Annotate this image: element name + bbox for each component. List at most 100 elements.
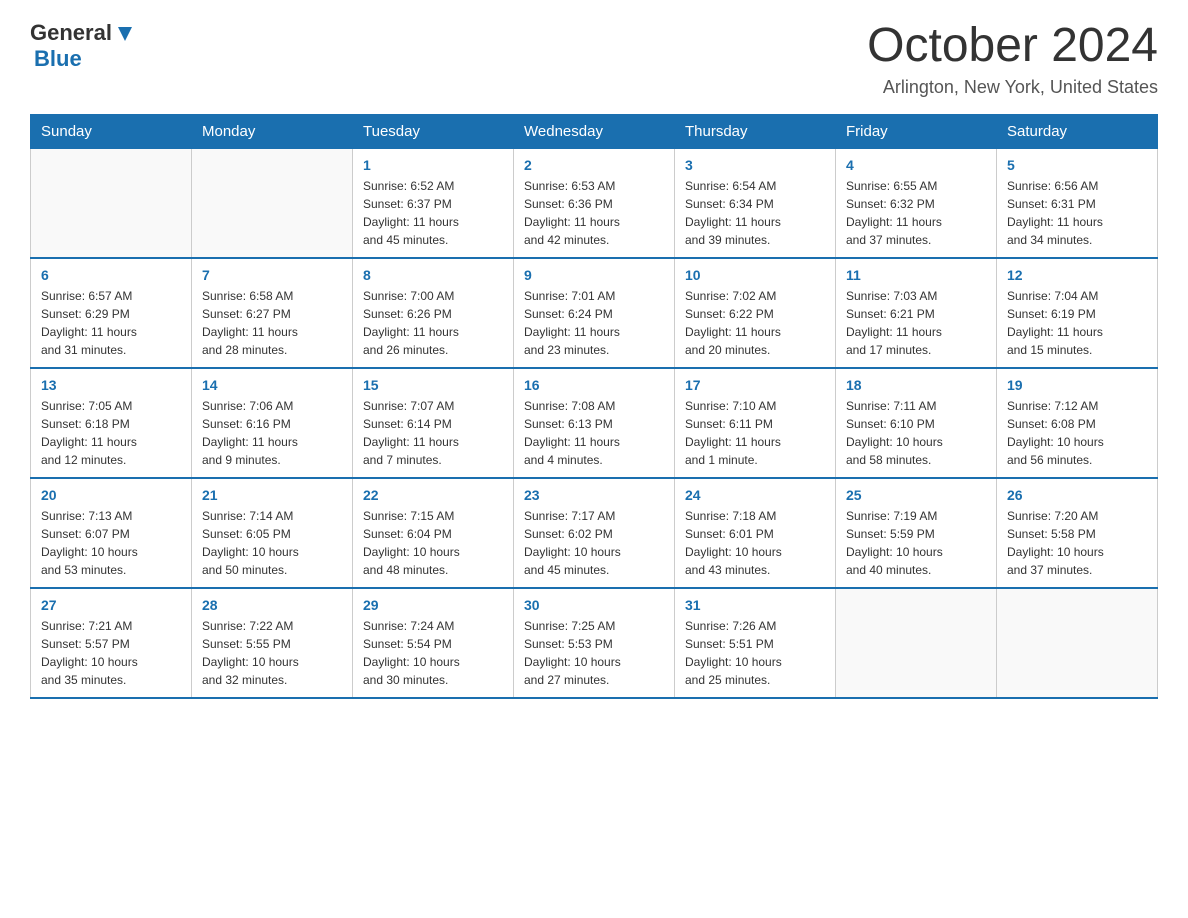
day-number: 14 bbox=[202, 377, 342, 393]
calendar-cell: 31 Sunrise: 7:26 AM Sunset: 5:51 PM Dayli… bbox=[675, 588, 836, 698]
day-info: Sunrise: 7:12 AM Sunset: 6:08 PM Dayligh… bbox=[1007, 397, 1147, 469]
logo: General Blue bbox=[30, 20, 136, 72]
day-info: Sunrise: 7:25 AM Sunset: 5:53 PM Dayligh… bbox=[524, 617, 664, 689]
page-header: General Blue October 2024 Arlington, New… bbox=[30, 20, 1158, 98]
day-info: Sunrise: 7:15 AM Sunset: 6:04 PM Dayligh… bbox=[363, 507, 503, 579]
calendar-cell: 23 Sunrise: 7:17 AM Sunset: 6:02 PM Dayli… bbox=[514, 478, 675, 588]
calendar-cell: 15Sunrise: 7:07 AM Sunset: 6:14 PM Dayli… bbox=[353, 368, 514, 478]
day-info: Sunrise: 6:56 AM Sunset: 6:31 PM Dayligh… bbox=[1007, 177, 1147, 249]
day-info: Sunrise: 7:18 AM Sunset: 6:01 PM Dayligh… bbox=[685, 507, 825, 579]
day-info: Sunrise: 7:17 AM Sunset: 6:02 PM Dayligh… bbox=[524, 507, 664, 579]
month-title: October 2024 bbox=[867, 20, 1158, 73]
day-number: 21 bbox=[202, 487, 342, 503]
day-number: 10 bbox=[685, 267, 825, 283]
day-info: Sunrise: 6:55 AM Sunset: 6:32 PM Dayligh… bbox=[846, 177, 986, 249]
calendar-cell: 4 Sunrise: 6:55 AM Sunset: 6:32 PM Daylig… bbox=[836, 148, 997, 258]
week-row-5: 27 Sunrise: 7:21 AM Sunset: 5:57 PM Dayli… bbox=[31, 588, 1158, 698]
calendar-cell: 5 Sunrise: 6:56 AM Sunset: 6:31 PM Daylig… bbox=[997, 148, 1158, 258]
day-number: 7 bbox=[202, 267, 342, 283]
calendar-cell bbox=[31, 148, 192, 258]
day-number: 31 bbox=[685, 597, 825, 613]
day-info: Sunrise: 7:05 AM Sunset: 6:18 PM Dayligh… bbox=[41, 397, 181, 469]
day-info: Sunrise: 7:02 AM Sunset: 6:22 PM Dayligh… bbox=[685, 287, 825, 359]
header-day-monday: Monday bbox=[192, 114, 353, 148]
day-info: Sunrise: 6:52 AM Sunset: 6:37 PM Dayligh… bbox=[363, 177, 503, 249]
day-info: Sunrise: 7:04 AM Sunset: 6:19 PM Dayligh… bbox=[1007, 287, 1147, 359]
calendar-cell: 28 Sunrise: 7:22 AM Sunset: 5:55 PM Dayli… bbox=[192, 588, 353, 698]
calendar-cell: 12 Sunrise: 7:04 AM Sunset: 6:19 PM Dayli… bbox=[997, 258, 1158, 368]
day-number: 4 bbox=[846, 157, 986, 173]
day-number: 23 bbox=[524, 487, 664, 503]
calendar-cell: 8 Sunrise: 7:00 AM Sunset: 6:26 PM Daylig… bbox=[353, 258, 514, 368]
calendar-cell: 20 Sunrise: 7:13 AM Sunset: 6:07 PM Dayli… bbox=[31, 478, 192, 588]
calendar-cell: 1Sunrise: 6:52 AM Sunset: 6:37 PM Daylig… bbox=[353, 148, 514, 258]
logo-blue-text: Blue bbox=[34, 46, 82, 71]
day-info: Sunrise: 7:06 AM Sunset: 6:16 PM Dayligh… bbox=[202, 397, 342, 469]
calendar-cell: 2Sunrise: 6:53 AM Sunset: 6:36 PM Daylig… bbox=[514, 148, 675, 258]
day-number: 20 bbox=[41, 487, 181, 503]
day-info: Sunrise: 7:01 AM Sunset: 6:24 PM Dayligh… bbox=[524, 287, 664, 359]
header-day-sunday: Sunday bbox=[31, 114, 192, 148]
calendar-body: 1Sunrise: 6:52 AM Sunset: 6:37 PM Daylig… bbox=[31, 148, 1158, 698]
calendar-cell: 11Sunrise: 7:03 AM Sunset: 6:21 PM Dayli… bbox=[836, 258, 997, 368]
day-info: Sunrise: 7:07 AM Sunset: 6:14 PM Dayligh… bbox=[363, 397, 503, 469]
day-number: 30 bbox=[524, 597, 664, 613]
calendar-cell: 30 Sunrise: 7:25 AM Sunset: 5:53 PM Dayli… bbox=[514, 588, 675, 698]
logo-triangle-icon bbox=[114, 23, 136, 45]
day-info: Sunrise: 7:22 AM Sunset: 5:55 PM Dayligh… bbox=[202, 617, 342, 689]
calendar-cell: 19 Sunrise: 7:12 AM Sunset: 6:08 PM Dayli… bbox=[997, 368, 1158, 478]
title-block: October 2024 Arlington, New York, United… bbox=[867, 20, 1158, 98]
day-number: 29 bbox=[363, 597, 503, 613]
day-info: Sunrise: 7:24 AM Sunset: 5:54 PM Dayligh… bbox=[363, 617, 503, 689]
calendar-cell bbox=[192, 148, 353, 258]
day-number: 22 bbox=[363, 487, 503, 503]
calendar-cell: 18 Sunrise: 7:11 AM Sunset: 6:10 PM Dayli… bbox=[836, 368, 997, 478]
header-row: SundayMondayTuesdayWednesdayThursdayFrid… bbox=[31, 114, 1158, 148]
day-number: 9 bbox=[524, 267, 664, 283]
day-number: 16 bbox=[524, 377, 664, 393]
calendar-cell: 24Sunrise: 7:18 AM Sunset: 6:01 PM Dayli… bbox=[675, 478, 836, 588]
calendar-cell bbox=[997, 588, 1158, 698]
day-info: Sunrise: 7:11 AM Sunset: 6:10 PM Dayligh… bbox=[846, 397, 986, 469]
day-info: Sunrise: 7:20 AM Sunset: 5:58 PM Dayligh… bbox=[1007, 507, 1147, 579]
calendar-cell: 3Sunrise: 6:54 AM Sunset: 6:34 PM Daylig… bbox=[675, 148, 836, 258]
day-info: Sunrise: 6:57 AM Sunset: 6:29 PM Dayligh… bbox=[41, 287, 181, 359]
day-info: Sunrise: 6:54 AM Sunset: 6:34 PM Dayligh… bbox=[685, 177, 825, 249]
calendar-cell: 6Sunrise: 6:57 AM Sunset: 6:29 PM Daylig… bbox=[31, 258, 192, 368]
day-number: 17 bbox=[685, 377, 825, 393]
day-info: Sunrise: 7:13 AM Sunset: 6:07 PM Dayligh… bbox=[41, 507, 181, 579]
calendar-cell: 14 Sunrise: 7:06 AM Sunset: 6:16 PM Dayli… bbox=[192, 368, 353, 478]
day-number: 28 bbox=[202, 597, 342, 613]
header-day-thursday: Thursday bbox=[675, 114, 836, 148]
day-number: 2 bbox=[524, 157, 664, 173]
day-number: 8 bbox=[363, 267, 503, 283]
calendar-table: SundayMondayTuesdayWednesdayThursdayFrid… bbox=[30, 114, 1158, 700]
week-row-1: 1Sunrise: 6:52 AM Sunset: 6:37 PM Daylig… bbox=[31, 148, 1158, 258]
day-info: Sunrise: 7:03 AM Sunset: 6:21 PM Dayligh… bbox=[846, 287, 986, 359]
day-info: Sunrise: 7:21 AM Sunset: 5:57 PM Dayligh… bbox=[41, 617, 181, 689]
day-number: 19 bbox=[1007, 377, 1147, 393]
calendar-cell: 13Sunrise: 7:05 AM Sunset: 6:18 PM Dayli… bbox=[31, 368, 192, 478]
calendar-cell: 27 Sunrise: 7:21 AM Sunset: 5:57 PM Dayli… bbox=[31, 588, 192, 698]
calendar-cell: 16 Sunrise: 7:08 AM Sunset: 6:13 PM Dayli… bbox=[514, 368, 675, 478]
calendar-cell: 17 Sunrise: 7:10 AM Sunset: 6:11 PM Dayli… bbox=[675, 368, 836, 478]
calendar-cell: 22 Sunrise: 7:15 AM Sunset: 6:04 PM Dayli… bbox=[353, 478, 514, 588]
day-number: 25 bbox=[846, 487, 986, 503]
day-number: 27 bbox=[41, 597, 181, 613]
calendar-cell: 7 Sunrise: 6:58 AM Sunset: 6:27 PM Daylig… bbox=[192, 258, 353, 368]
day-number: 5 bbox=[1007, 157, 1147, 173]
header-day-saturday: Saturday bbox=[997, 114, 1158, 148]
day-info: Sunrise: 7:10 AM Sunset: 6:11 PM Dayligh… bbox=[685, 397, 825, 469]
calendar-header: SundayMondayTuesdayWednesdayThursdayFrid… bbox=[31, 114, 1158, 148]
day-info: Sunrise: 7:08 AM Sunset: 6:13 PM Dayligh… bbox=[524, 397, 664, 469]
calendar-cell: 29 Sunrise: 7:24 AM Sunset: 5:54 PM Dayli… bbox=[353, 588, 514, 698]
day-number: 12 bbox=[1007, 267, 1147, 283]
calendar-cell: 9 Sunrise: 7:01 AM Sunset: 6:24 PM Daylig… bbox=[514, 258, 675, 368]
day-info: Sunrise: 7:19 AM Sunset: 5:59 PM Dayligh… bbox=[846, 507, 986, 579]
day-info: Sunrise: 7:26 AM Sunset: 5:51 PM Dayligh… bbox=[685, 617, 825, 689]
header-day-tuesday: Tuesday bbox=[353, 114, 514, 148]
day-number: 18 bbox=[846, 377, 986, 393]
day-info: Sunrise: 7:00 AM Sunset: 6:26 PM Dayligh… bbox=[363, 287, 503, 359]
day-info: Sunrise: 6:58 AM Sunset: 6:27 PM Dayligh… bbox=[202, 287, 342, 359]
week-row-4: 20 Sunrise: 7:13 AM Sunset: 6:07 PM Dayli… bbox=[31, 478, 1158, 588]
